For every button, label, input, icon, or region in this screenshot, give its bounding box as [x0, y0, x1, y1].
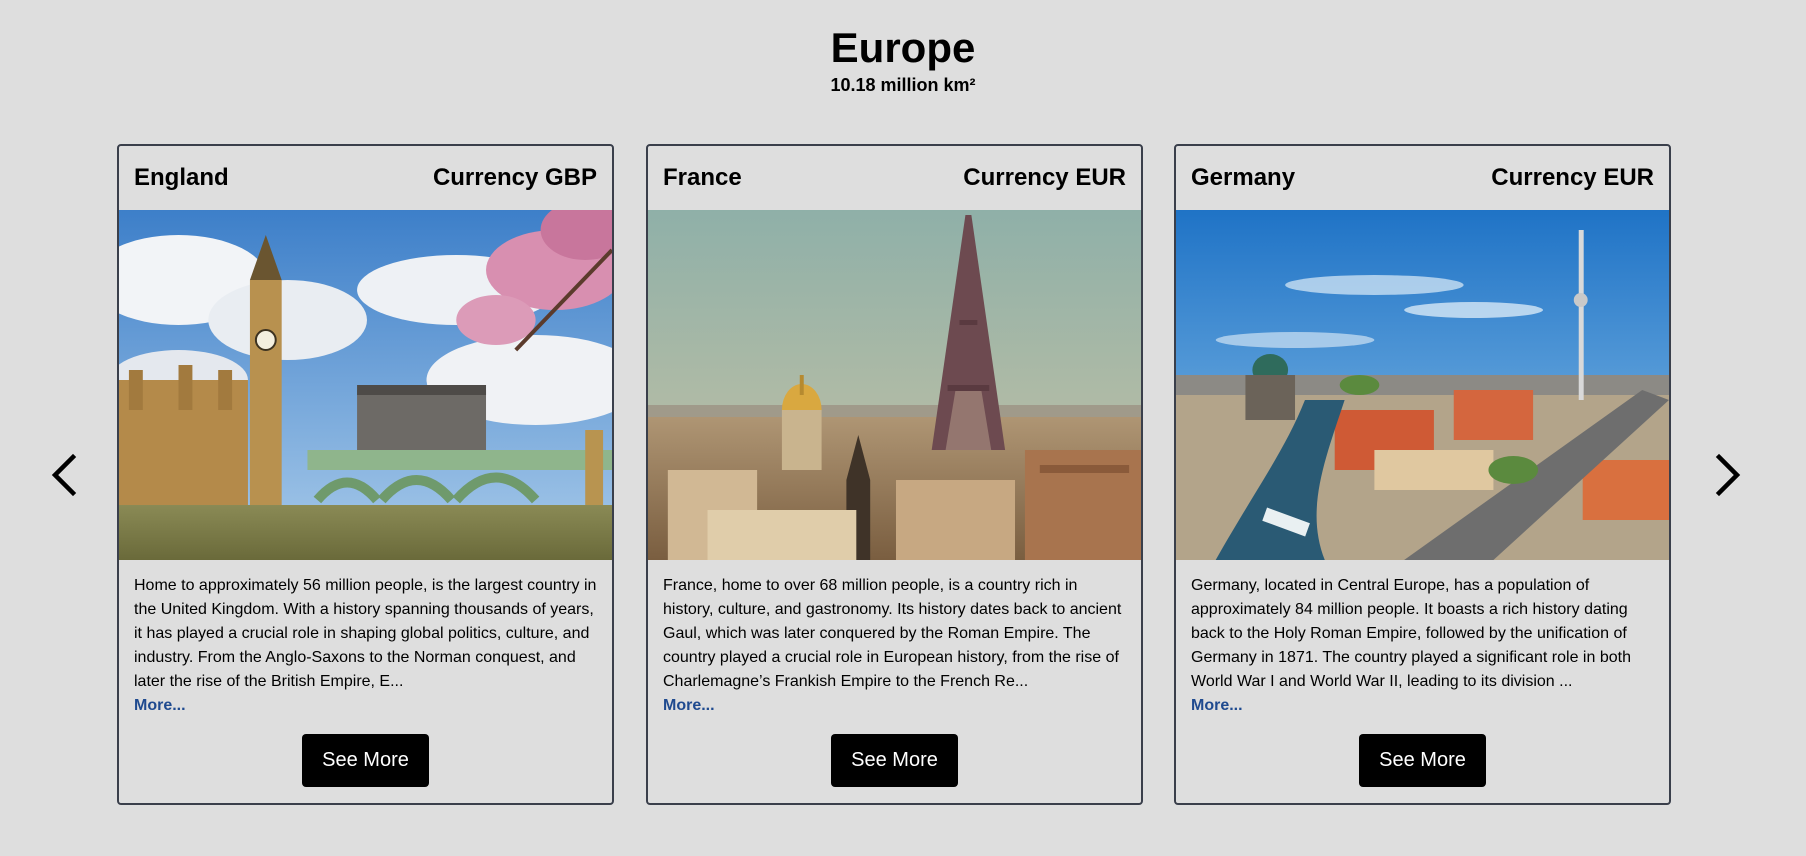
card-header: Germany Currency EUR: [1176, 146, 1669, 210]
currency-label: Currency GBP: [432, 164, 597, 191]
country-description: Germany, located in Central Europe, has …: [1191, 577, 1631, 690]
page-header: Europe 10.18 million km²: [0, 24, 1806, 96]
country-name: England: [134, 164, 229, 191]
country-photo: [119, 210, 612, 560]
next-button[interactable]: [1707, 445, 1747, 505]
currency-label: Currency EUR: [963, 164, 1126, 191]
country-description: France, home to over 68 million people, …: [663, 577, 1122, 690]
see-more-button[interactable]: See More: [302, 734, 429, 787]
see-more-button[interactable]: See More: [831, 734, 958, 787]
country-name: France: [663, 164, 742, 191]
page-subtitle: 10.18 million km²: [830, 75, 976, 95]
country-photo: [648, 210, 1141, 560]
chevron-left-icon: [51, 453, 77, 497]
currency-label: Currency EUR: [1491, 164, 1654, 191]
page-title: Europe: [830, 24, 976, 71]
more-link[interactable]: More...: [648, 694, 1141, 718]
chevron-right-icon: [1715, 453, 1741, 497]
prev-button[interactable]: [45, 445, 85, 505]
country-card-germany: Germany Currency EUR Germany, located in…: [1174, 144, 1671, 805]
see-more-button[interactable]: See More: [1359, 734, 1486, 787]
card-header: England Currency GBP: [119, 146, 612, 210]
card-header: France Currency EUR: [648, 146, 1141, 210]
more-link[interactable]: More...: [119, 694, 612, 718]
country-photo: [1176, 210, 1669, 560]
country-description: Home to approximately 56 million people,…: [134, 577, 597, 690]
country-name: Germany: [1191, 164, 1296, 191]
country-card-france: France Currency EUR France, home to over…: [646, 144, 1143, 805]
country-card-england: England Currency GBP Home to approximate…: [117, 144, 614, 805]
more-link[interactable]: More...: [1176, 694, 1669, 718]
